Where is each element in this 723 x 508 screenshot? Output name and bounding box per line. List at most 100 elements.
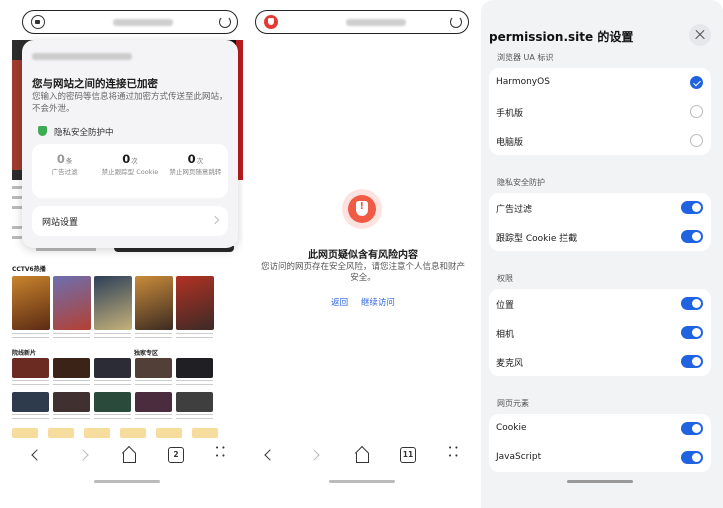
toggle-switch[interactable] bbox=[681, 355, 703, 368]
ua-option-harmonyos[interactable]: HarmonyOS bbox=[489, 68, 711, 97]
back-icon[interactable] bbox=[261, 447, 277, 463]
video-thumb[interactable] bbox=[135, 392, 172, 412]
lock-icon[interactable] bbox=[31, 15, 45, 29]
caption bbox=[135, 333, 172, 341]
toggle-switch[interactable] bbox=[681, 451, 703, 464]
popup-title: 您与网站之间的连接已加密 bbox=[32, 78, 158, 90]
thumb-captions bbox=[12, 414, 213, 422]
home-icon[interactable] bbox=[121, 447, 137, 463]
ua-option-label: HarmonyOS bbox=[496, 77, 550, 87]
video-thumb[interactable] bbox=[135, 358, 172, 378]
permissions-group: 位置 相机 麦克风 bbox=[489, 289, 711, 376]
setting-label: JavaScript bbox=[496, 452, 542, 462]
video-thumb[interactable] bbox=[12, 358, 49, 378]
chip[interactable] bbox=[48, 428, 74, 438]
ua-option-mobile[interactable]: 手机版 bbox=[489, 97, 711, 126]
blurred-url bbox=[346, 19, 406, 26]
chip[interactable] bbox=[192, 428, 218, 438]
stat-label: 禁止跟踪型 Cookie bbox=[101, 168, 159, 176]
setting-label: 广告过滤 bbox=[496, 205, 533, 215]
poster-tile[interactable] bbox=[94, 276, 132, 330]
caption bbox=[135, 414, 172, 422]
forward-icon[interactable] bbox=[307, 447, 323, 463]
tabs-count-icon[interactable]: 11 bbox=[400, 447, 416, 463]
toggle-switch[interactable] bbox=[681, 201, 703, 214]
warning-shield-icon[interactable] bbox=[264, 15, 278, 29]
video-thumb[interactable] bbox=[53, 358, 90, 378]
setting-javascript[interactable]: JavaScript bbox=[489, 443, 711, 472]
close-icon[interactable] bbox=[689, 24, 711, 46]
poster-captions bbox=[12, 333, 213, 341]
ua-group: HarmonyOS 手机版 电脑版 bbox=[489, 68, 711, 155]
tabs-count-icon[interactable]: 2 bbox=[168, 447, 184, 463]
toggle-switch[interactable] bbox=[681, 297, 703, 310]
setting-camera[interactable]: 相机 bbox=[489, 318, 711, 347]
privacy-status: 隐私安全防护中 bbox=[54, 128, 114, 138]
ua-option-desktop[interactable]: 电脑版 bbox=[489, 126, 711, 155]
home-indicator[interactable] bbox=[94, 480, 160, 483]
caption bbox=[12, 414, 49, 422]
reload-icon[interactable] bbox=[219, 16, 231, 28]
back-link[interactable]: 返回 bbox=[331, 298, 348, 308]
section-label-hot: 院线新片 bbox=[12, 350, 37, 357]
setting-ad-filter[interactable]: 广告过滤 bbox=[489, 193, 711, 222]
radio-icon[interactable] bbox=[690, 134, 703, 147]
stat-unit: 次 bbox=[131, 157, 138, 165]
chip[interactable] bbox=[156, 428, 182, 438]
poster-tile[interactable] bbox=[176, 276, 214, 330]
stat-label: 广告过滤 bbox=[51, 168, 78, 176]
forward-icon[interactable] bbox=[76, 447, 92, 463]
stat-unit: 条 bbox=[65, 157, 73, 165]
video-thumb[interactable] bbox=[94, 392, 131, 412]
caption bbox=[53, 414, 90, 422]
setting-label: 位置 bbox=[496, 301, 515, 311]
home-icon[interactable] bbox=[354, 447, 370, 463]
setting-microphone[interactable]: 麦克风 bbox=[489, 347, 711, 376]
video-thumb[interactable] bbox=[176, 392, 213, 412]
setting-cookie[interactable]: Cookie bbox=[489, 414, 711, 443]
caption bbox=[94, 414, 131, 422]
caption bbox=[12, 380, 49, 388]
section-label-privacy: 隐私安全防护 bbox=[497, 178, 545, 187]
stat-number: 0 bbox=[187, 152, 196, 166]
section-label-special: 独家专区 bbox=[134, 350, 159, 357]
setting-location[interactable]: 位置 bbox=[489, 289, 711, 318]
chip[interactable] bbox=[84, 428, 110, 438]
reload-icon[interactable] bbox=[450, 16, 462, 28]
address-bar[interactable] bbox=[22, 10, 238, 34]
back-icon[interactable] bbox=[28, 447, 44, 463]
thumb-captions bbox=[12, 380, 213, 388]
setting-tracking-cookie[interactable]: 跟踪型 Cookie 拦截 bbox=[489, 222, 711, 251]
caption bbox=[176, 414, 213, 422]
video-thumb[interactable] bbox=[94, 358, 131, 378]
home-indicator[interactable] bbox=[567, 480, 633, 483]
stat-number: 0 bbox=[56, 152, 65, 166]
stat-redirect-block: 0次 禁止网页随意跳转 bbox=[163, 144, 228, 198]
radio-selected-icon[interactable] bbox=[690, 76, 703, 89]
ua-option-label: 手机版 bbox=[496, 109, 524, 119]
poster-tile[interactable] bbox=[135, 276, 173, 330]
toggle-switch[interactable] bbox=[681, 326, 703, 339]
caption bbox=[53, 380, 90, 388]
address-bar[interactable] bbox=[255, 10, 469, 34]
video-thumb[interactable] bbox=[12, 392, 49, 412]
poster-tile[interactable] bbox=[53, 276, 91, 330]
radio-icon[interactable] bbox=[690, 105, 703, 118]
chip[interactable] bbox=[12, 428, 38, 438]
more-icon[interactable] bbox=[214, 444, 230, 463]
continue-link[interactable]: 继续访问 bbox=[361, 298, 395, 308]
video-thumb[interactable] bbox=[53, 392, 90, 412]
toggle-switch[interactable] bbox=[681, 230, 703, 243]
site-settings-button[interactable]: 网站设置 bbox=[32, 206, 228, 236]
chip[interactable] bbox=[120, 428, 146, 438]
poster-tile[interactable] bbox=[12, 276, 50, 330]
thumb-row bbox=[12, 392, 213, 412]
video-thumb[interactable] bbox=[176, 358, 213, 378]
settings-title: permission.site 的设置 bbox=[489, 30, 634, 44]
bottom-nav: 11 bbox=[249, 440, 477, 470]
category-chips bbox=[12, 428, 218, 438]
toggle-switch[interactable] bbox=[681, 422, 703, 435]
stat-number: 0 bbox=[122, 152, 131, 166]
home-indicator[interactable] bbox=[329, 480, 395, 483]
more-icon[interactable] bbox=[447, 444, 463, 463]
